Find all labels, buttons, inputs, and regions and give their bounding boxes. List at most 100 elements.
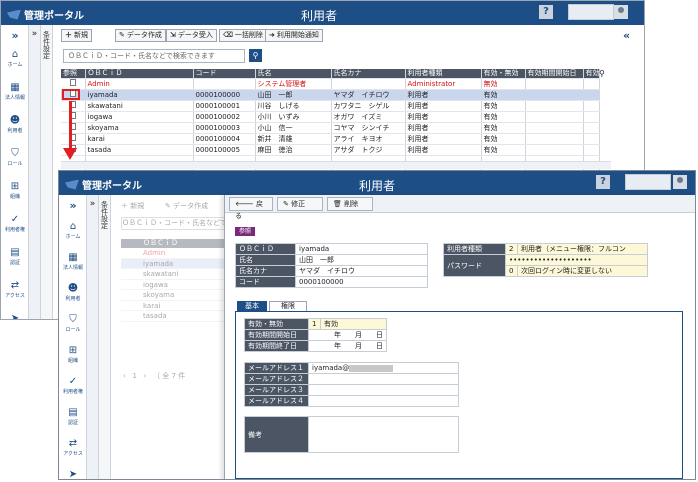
sidebar-item-7[interactable]: ⇄ アクセス: [1, 280, 29, 299]
sidebar-item-label: アクセス: [5, 293, 25, 299]
table-row[interactable]: karai 0000100004 新井 清雄 アライ キヨオ 利用者 有効: [61, 133, 600, 145]
filter-panel-2[interactable]: 条件設定: [99, 195, 111, 479]
tab-basic[interactable]: 基本: [237, 301, 267, 311]
sidebar-item-1[interactable]: ▦ 法人情報: [59, 252, 87, 271]
sidebar-item-6[interactable]: ▤ 認証: [59, 407, 87, 426]
sidebar-item-0[interactable]: ⌂ ホーム: [59, 221, 87, 240]
mail2-value: [308, 373, 459, 385]
filter-panel-toggle[interactable]: »: [29, 25, 41, 319]
cell-name: システム管理者: [255, 78, 332, 90]
collapse-icon-2[interactable]: »: [87, 199, 98, 209]
search-button[interactable]: ⚲: [249, 49, 262, 62]
sidebar-expand-icon[interactable]: »: [59, 199, 87, 212]
eraser-icon: ⌫: [223, 31, 233, 39]
delete-button[interactable]: 🗑 削除: [327, 197, 373, 211]
sidebar: ⌂ ホーム ▦ 法人情報 ☻ 利用者 ⛉ ロール ⊞ 組織 ✓ 利用者権 ▤ 認証 ⇄ アクセス ➤通知 »: [1, 25, 29, 319]
edit-icon: ✎: [119, 31, 125, 39]
import-data-button[interactable]: ⇲ データ受入: [166, 29, 217, 42]
cell-empty: [583, 111, 600, 123]
filter-label-2[interactable]: 条件設定: [100, 201, 110, 229]
sidebar-item-8[interactable]: ➤通知: [1, 313, 29, 319]
column-settings-icon[interactable]: ⚲: [599, 69, 609, 79]
sidebar-item-4[interactable]: ⊞ 組織: [59, 345, 87, 364]
sidebar-item-2[interactable]: ☻ 利用者: [1, 115, 29, 134]
sidebar-2: ⌂ ホーム ▦ 法人情報 ☻ 利用者 ⛉ ロール ⊞ 組織 ✓ 利用者権 ▤ 認証 ⇄ アクセス ➤通知 »: [59, 195, 87, 479]
building-icon: ▦: [10, 82, 20, 93]
user-name-box-2[interactable]: [625, 174, 671, 190]
view-record-icon[interactable]: [61, 100, 86, 112]
column-header[interactable]: 氏名: [255, 69, 332, 79]
cell-empty: [525, 122, 584, 134]
cell-status: 有効: [481, 133, 526, 145]
sidebar-expand-icon[interactable]: »: [1, 29, 29, 42]
sidebar-item-3[interactable]: ⛉ ロール: [59, 314, 87, 333]
view-record-icon[interactable]: [61, 111, 86, 123]
filter-panel-toggle-2[interactable]: »: [87, 195, 99, 479]
sidebar-item-2[interactable]: ☻ 利用者: [59, 283, 87, 302]
building-icon: ▦: [68, 252, 78, 263]
help-button[interactable]: ?: [539, 5, 553, 19]
tab-permission[interactable]: 権限: [269, 301, 307, 311]
cell-type: 利用者: [405, 111, 482, 123]
search-input[interactable]: ＯＢＣｉＤ・コード・氏名などで検索できます: [63, 49, 245, 63]
user-avatar-icon-2[interactable]: [673, 175, 687, 189]
cell-status: 有効: [481, 100, 526, 112]
sidebar-item-8[interactable]: ➤通知: [59, 469, 87, 479]
dim-row: iogawa: [121, 280, 231, 290]
new-button[interactable]: ＋新規: [61, 29, 92, 42]
sidebar-item-3[interactable]: ⛉ ロール: [1, 148, 29, 167]
sidebar-item-5[interactable]: ✓ 利用者権: [1, 214, 29, 233]
filter-label[interactable]: 条件設定: [42, 31, 52, 59]
cell-empty: [525, 78, 584, 90]
column-header[interactable]: 氏名カナ: [331, 69, 406, 79]
column-header[interactable]: 利用者種類: [405, 69, 482, 79]
column-header[interactable]: 有効: [583, 69, 600, 79]
cell-name: 小山 信一: [255, 122, 332, 134]
user-avatar-icon[interactable]: [614, 5, 628, 19]
table-row[interactable]: skoyama 0000100003 小山 信一 コヤマ シンイチ 利用者 有効: [61, 122, 600, 134]
help-button-2[interactable]: ?: [596, 175, 610, 189]
close-panel-icon[interactable]: «: [623, 29, 630, 42]
column-header[interactable]: 有効・無効: [481, 69, 526, 79]
collapse-icon[interactable]: »: [29, 29, 40, 39]
table-row[interactable]: skawatani 0000100001 川谷 しげる カワタニ シゲル 利用者 有効: [61, 100, 600, 112]
mail3-value: [308, 384, 459, 396]
table-row[interactable]: iyamada 0000100000 山田 一郎 ヤマダ イチロウ 利用者 有効: [61, 89, 600, 101]
create-data-button[interactable]: ✎ データ作成: [115, 29, 166, 42]
edit-button[interactable]: ✎ 修正: [277, 197, 323, 211]
user-type-label: 利用者種類: [443, 243, 506, 255]
detail-panel: 🡐 戻る ✎ 修正 🗑 削除 参照 ＯＢＣｉＤ iyamada 氏名 山田 一郎 氏…: [224, 195, 695, 479]
cell-id: skawatani: [85, 100, 194, 112]
sidebar-item-5[interactable]: ✓ 利用者権: [59, 376, 87, 395]
sidebar-item-0[interactable]: ⌂ ホーム: [1, 49, 29, 68]
table-row[interactable]: iogawa 0000100002 小川 いずみ オガワ イズミ 利用者 有効: [61, 111, 600, 123]
user-name-box[interactable]: [568, 4, 614, 20]
table-header-row: 参照 ＯＢＣｉＤ コード 氏名 氏名カナ 利用者種類 有効・無効 有効期間開始日 有効: [61, 69, 600, 79]
cell-code: 0000100002: [193, 111, 256, 123]
column-header[interactable]: 参照: [61, 69, 86, 79]
cell-kana: アライ キヨオ: [331, 133, 406, 145]
start-notification-button[interactable]: ➜ 利用開始通知: [265, 29, 323, 42]
view-record-icon[interactable]: [61, 122, 86, 134]
sidebar-item-7[interactable]: ⇄ アクセス: [59, 438, 87, 457]
table-row[interactable]: Admin システム管理者 Administrator 無効: [61, 78, 600, 90]
bulk-delete-button[interactable]: ⌫ 一括削除: [219, 29, 267, 42]
filter-panel[interactable]: 条件設定: [41, 25, 53, 319]
access-icon: ⇄: [68, 438, 78, 449]
back-button[interactable]: 🡐 戻る: [229, 197, 273, 220]
column-header[interactable]: ＯＢＣｉＤ: [85, 69, 194, 79]
sidebar-item-4[interactable]: ⊞ 組織: [1, 181, 29, 200]
table-row[interactable]: tasada 0000100005 麻田 徳治 アサダ トクジ 利用者 有効: [61, 144, 600, 156]
view-record-icon[interactable]: [61, 78, 86, 90]
user-type-code: 2: [505, 243, 518, 255]
sidebar-item-6[interactable]: ▤ 認証: [1, 247, 29, 266]
validity-table: 有効・無効 1 有効 有効期間開始日年 月 日 有効期間終了日年 月 日: [244, 318, 387, 352]
column-header[interactable]: 有効期間開始日: [525, 69, 584, 79]
list-scrollbar[interactable]: [61, 161, 611, 169]
cell-empty: [583, 144, 600, 156]
dim-new-button: ＋ 新規: [121, 202, 145, 210]
column-header[interactable]: コード: [193, 69, 256, 79]
sidebar-item-1[interactable]: ▦ 法人情報: [1, 82, 29, 101]
detail-window: 管理ポータル 利用者 ? ⌂ ホーム ▦ 法人情報 ☻ 利用者 ⛉ ロール ⊞ 組織 ✓ 利用者権 ▤ 認…: [58, 170, 696, 480]
view-record-icon[interactable]: [61, 133, 86, 145]
